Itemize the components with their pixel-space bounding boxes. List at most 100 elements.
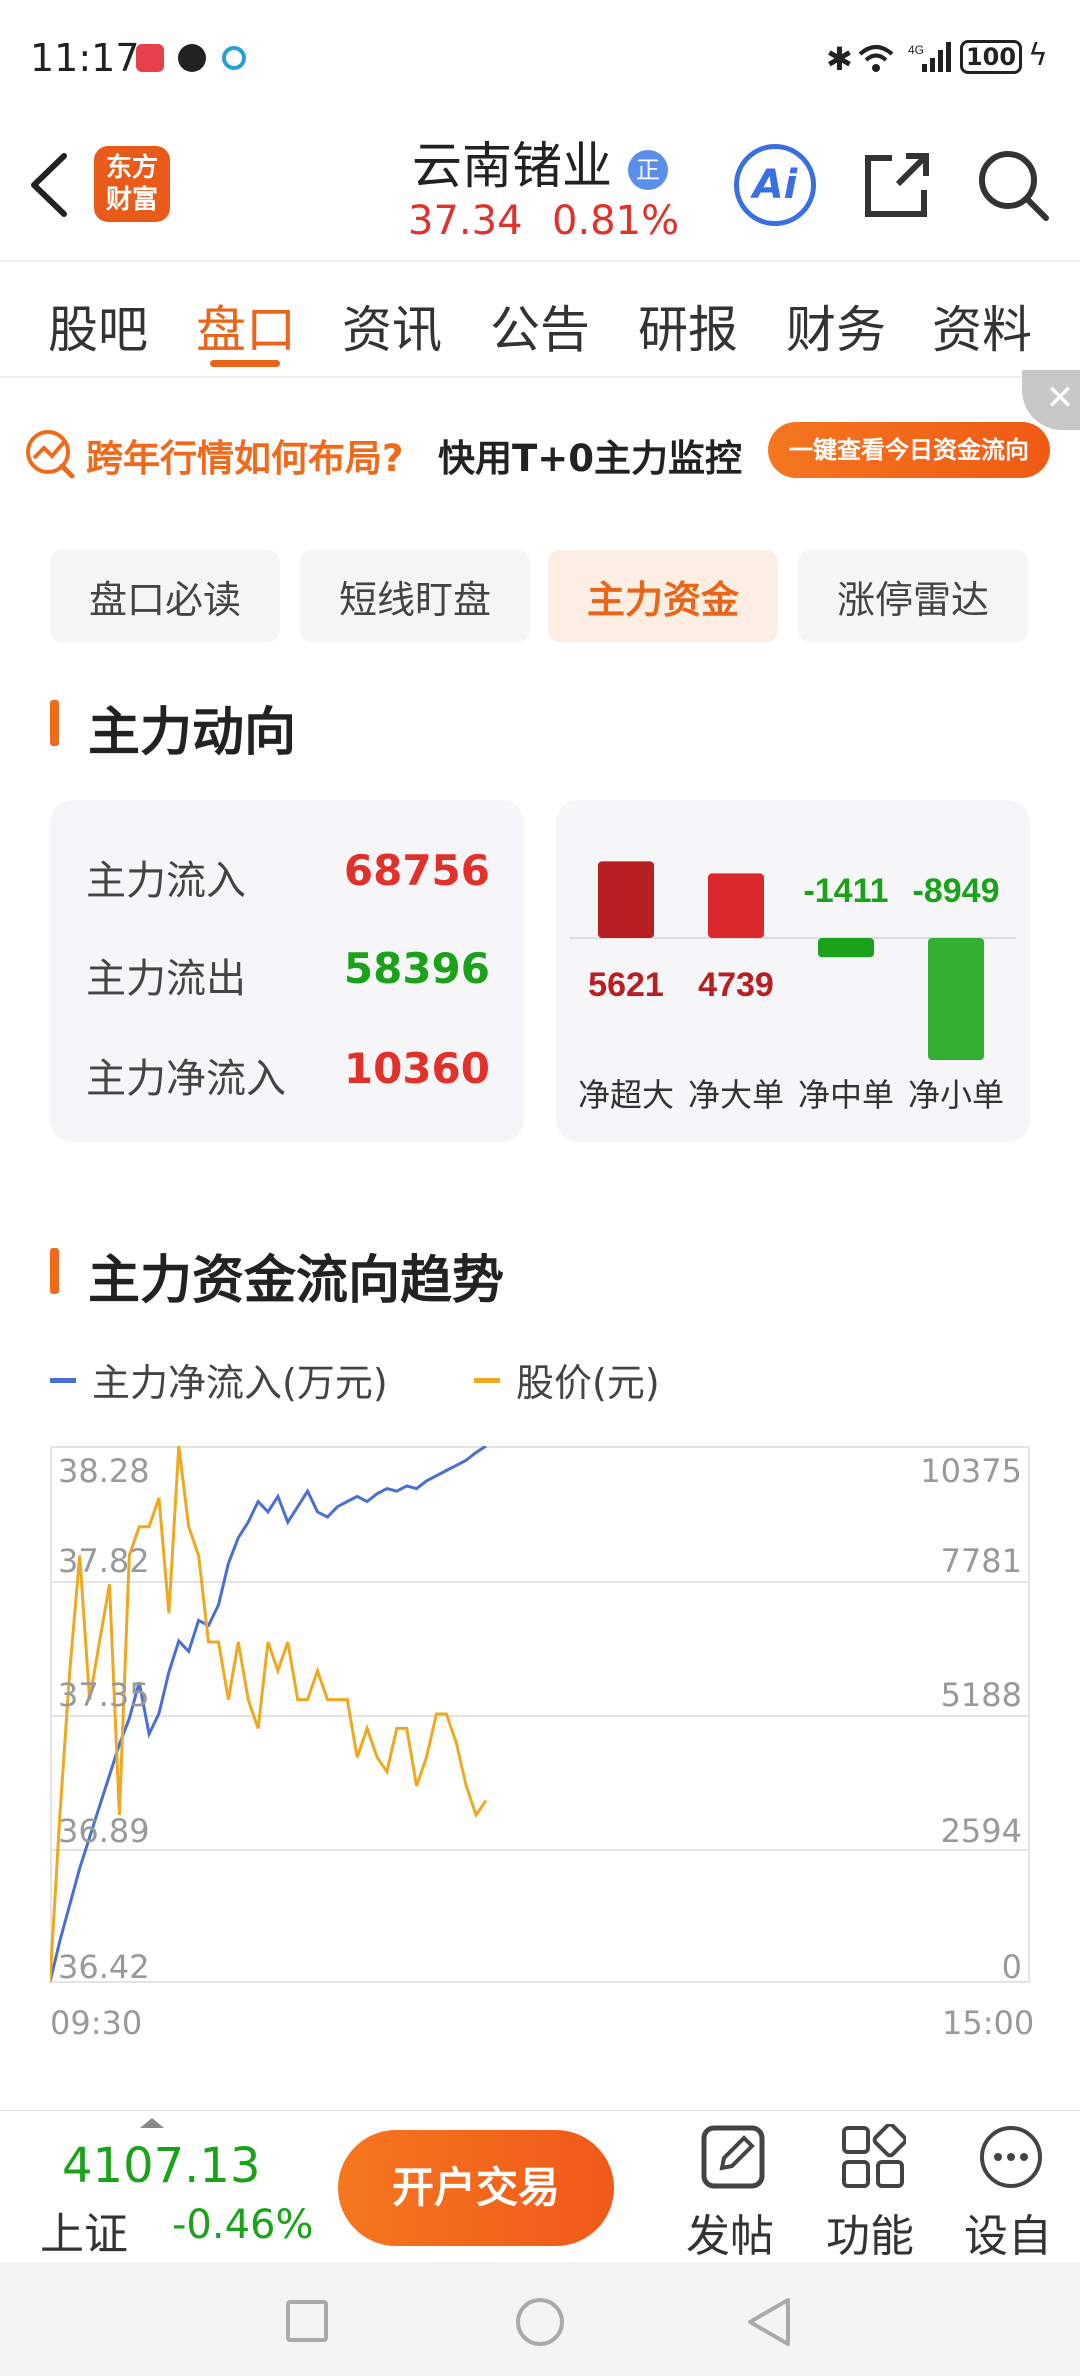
section-accent — [50, 700, 59, 746]
tab-news[interactable]: 资讯 — [342, 290, 442, 362]
chrome-notification-icon — [222, 46, 246, 70]
system-nav-bar — [0, 2262, 1080, 2376]
tab-finance[interactable]: 财务 — [786, 290, 886, 362]
banner-headline: 跨年行情如何布局? — [86, 437, 404, 480]
tab-announcements[interactable]: 公告 — [490, 290, 590, 362]
more-options-icon[interactable] — [978, 2124, 1044, 2190]
nav-settings-label[interactable]: 设自 — [964, 2200, 1052, 2264]
wifi-icon — [858, 45, 894, 72]
status-bar: 11:17 ✱ 4G 100 ϟ — [0, 0, 1080, 120]
bar-1 — [708, 873, 764, 938]
outflow-label: 主力流出 — [86, 956, 246, 1002]
tab-guba[interactable]: 股吧 — [48, 290, 148, 362]
stock-price: 37.34 — [408, 198, 523, 244]
trend-chart — [50, 1446, 1030, 1983]
share-icon[interactable] — [858, 148, 934, 224]
left-tick-3: 36.89 — [58, 1812, 150, 1850]
order-size-bar-card: 5621 净超大 4739 净大单 -1411 净中单 -8949 净小单 — [556, 800, 1030, 1142]
recents-button-icon[interactable] — [286, 2300, 328, 2342]
right-tick-2: 5188 — [940, 1676, 1022, 1714]
battery-icon: 100 — [960, 40, 1022, 74]
bar-value-label-0: 5621 — [588, 966, 664, 1004]
trend-frame — [50, 1446, 1030, 1983]
nav-functions-label[interactable]: 功能 — [826, 2200, 914, 2264]
right-tick-1: 7781 — [940, 1542, 1022, 1580]
trade-button-label: 开户交易 — [391, 2163, 560, 2212]
left-tick-0: 38.28 — [58, 1452, 150, 1490]
tabs-divider — [0, 376, 1080, 378]
bar-category-label-0: 净超大 — [578, 1076, 674, 1114]
bar-2 — [818, 938, 874, 958]
index-change[interactable]: -0.46% — [172, 2202, 314, 2248]
legend-flow-label: 主力净流入(万元) — [92, 1361, 388, 1405]
stock-name: 云南锗业 — [412, 137, 613, 195]
right-tick-4: 0 — [1001, 1948, 1022, 1986]
subtab-must-read[interactable]: 盘口必读 — [50, 550, 280, 642]
subtab-main-funds[interactable]: 主力资金 — [548, 550, 778, 642]
bar-value-label-2: -1411 — [803, 872, 888, 910]
nav-post-label[interactable]: 发帖 — [686, 2200, 774, 2264]
bar-category-label-3: 净小单 — [908, 1076, 1004, 1114]
net-inflow-label: 主力净流入 — [86, 1056, 286, 1102]
open-account-trade-button[interactable]: 开户交易 — [338, 2130, 614, 2246]
app-notification-icon — [136, 44, 164, 72]
promo-banner[interactable]: 跨年行情如何布局? 快用T+0主力监控 一键查看今日资金流向 ✕ — [0, 370, 1080, 510]
section-accent-trend — [50, 1248, 59, 1294]
home-button-icon[interactable] — [516, 2298, 564, 2346]
grid-functions-icon[interactable] — [840, 2124, 906, 2190]
ai-button[interactable]: Ai — [734, 144, 816, 226]
banner-cta-label: 一键查看今日资金流向 — [789, 436, 1029, 464]
charging-icon: ϟ — [1028, 38, 1048, 73]
x-tick-end: 15:00 — [942, 2004, 1035, 2042]
subtab-short-watch-label: 短线盯盘 — [338, 577, 491, 622]
main-flow-title: 主力动向 — [88, 703, 297, 763]
bar-3 — [928, 938, 984, 1060]
battery-level: 100 — [965, 43, 1017, 71]
avatar-notification-icon — [178, 44, 206, 72]
back-button-icon[interactable] — [744, 2296, 794, 2348]
search-icon[interactable] — [976, 148, 1052, 224]
banner-subline: 快用T+0主力监控 — [438, 437, 742, 480]
subtab-must-read-label: 盘口必读 — [88, 577, 241, 622]
bar-value-label-1: 4739 — [698, 966, 774, 1004]
bar-0 — [598, 861, 654, 938]
subtab-limit-up-radar-label: 涨停雷达 — [836, 577, 989, 622]
legend-price-swatch — [474, 1378, 500, 1383]
trend-title: 主力资金流向趋势 — [88, 1251, 505, 1311]
right-tick-0: 10375 — [920, 1452, 1022, 1490]
close-icon: ✕ — [1045, 378, 1075, 418]
tab-research[interactable]: 研报 — [638, 290, 738, 362]
compose-post-icon[interactable] — [700, 2124, 766, 2190]
tab-profile[interactable]: 资料 — [932, 290, 1032, 362]
banner-cta-button[interactable]: 一键查看今日资金流向 — [768, 422, 1050, 478]
header-divider — [0, 260, 1080, 262]
official-badge-icon: 正 — [627, 149, 668, 190]
left-tick-2: 37.35 — [58, 1676, 150, 1714]
signal-icon: 4G — [908, 42, 951, 72]
outflow-value: 58396 — [343, 944, 490, 993]
subtab-main-funds-label: 主力资金 — [586, 577, 739, 622]
tab-pankou[interactable]: 盘口 — [196, 290, 296, 362]
svg-text:4G: 4G — [908, 43, 924, 57]
index-collapse-arrow[interactable] — [140, 2118, 164, 2128]
ai-label: Ai — [752, 162, 798, 208]
x-tick-start: 09:30 — [50, 2004, 143, 2042]
banner-close-button[interactable]: ✕ — [1022, 370, 1080, 430]
subtab-limit-up-radar[interactable]: 涨停雷达 — [798, 550, 1028, 642]
subtab-short-watch[interactable]: 短线盯盘 — [300, 550, 530, 642]
inflow-value: 68756 — [343, 846, 490, 895]
index-value[interactable]: 4107.13 — [62, 2138, 261, 2194]
legend-price-label: 股价(元) — [516, 1361, 660, 1405]
bar-value-label-3: -8949 — [913, 872, 1000, 910]
bar-category-label-2: 净中单 — [798, 1076, 894, 1114]
left-tick-4: 36.42 — [58, 1948, 150, 1986]
right-tick-3: 2594 — [940, 1812, 1022, 1850]
bar-category-label-1: 净大单 — [688, 1076, 784, 1114]
legend-flow-swatch — [50, 1378, 76, 1383]
flow-summary-card: 主力流入 68756 主力流出 58396 主力净流入 10360 — [50, 800, 524, 1142]
left-tick-1: 37.82 — [58, 1542, 150, 1580]
index-name[interactable]: 上证 — [40, 2198, 128, 2262]
trend-icon — [26, 430, 75, 479]
bluetooth-icon: ✱ — [826, 40, 853, 78]
net-inflow-value: 10360 — [343, 1044, 490, 1093]
